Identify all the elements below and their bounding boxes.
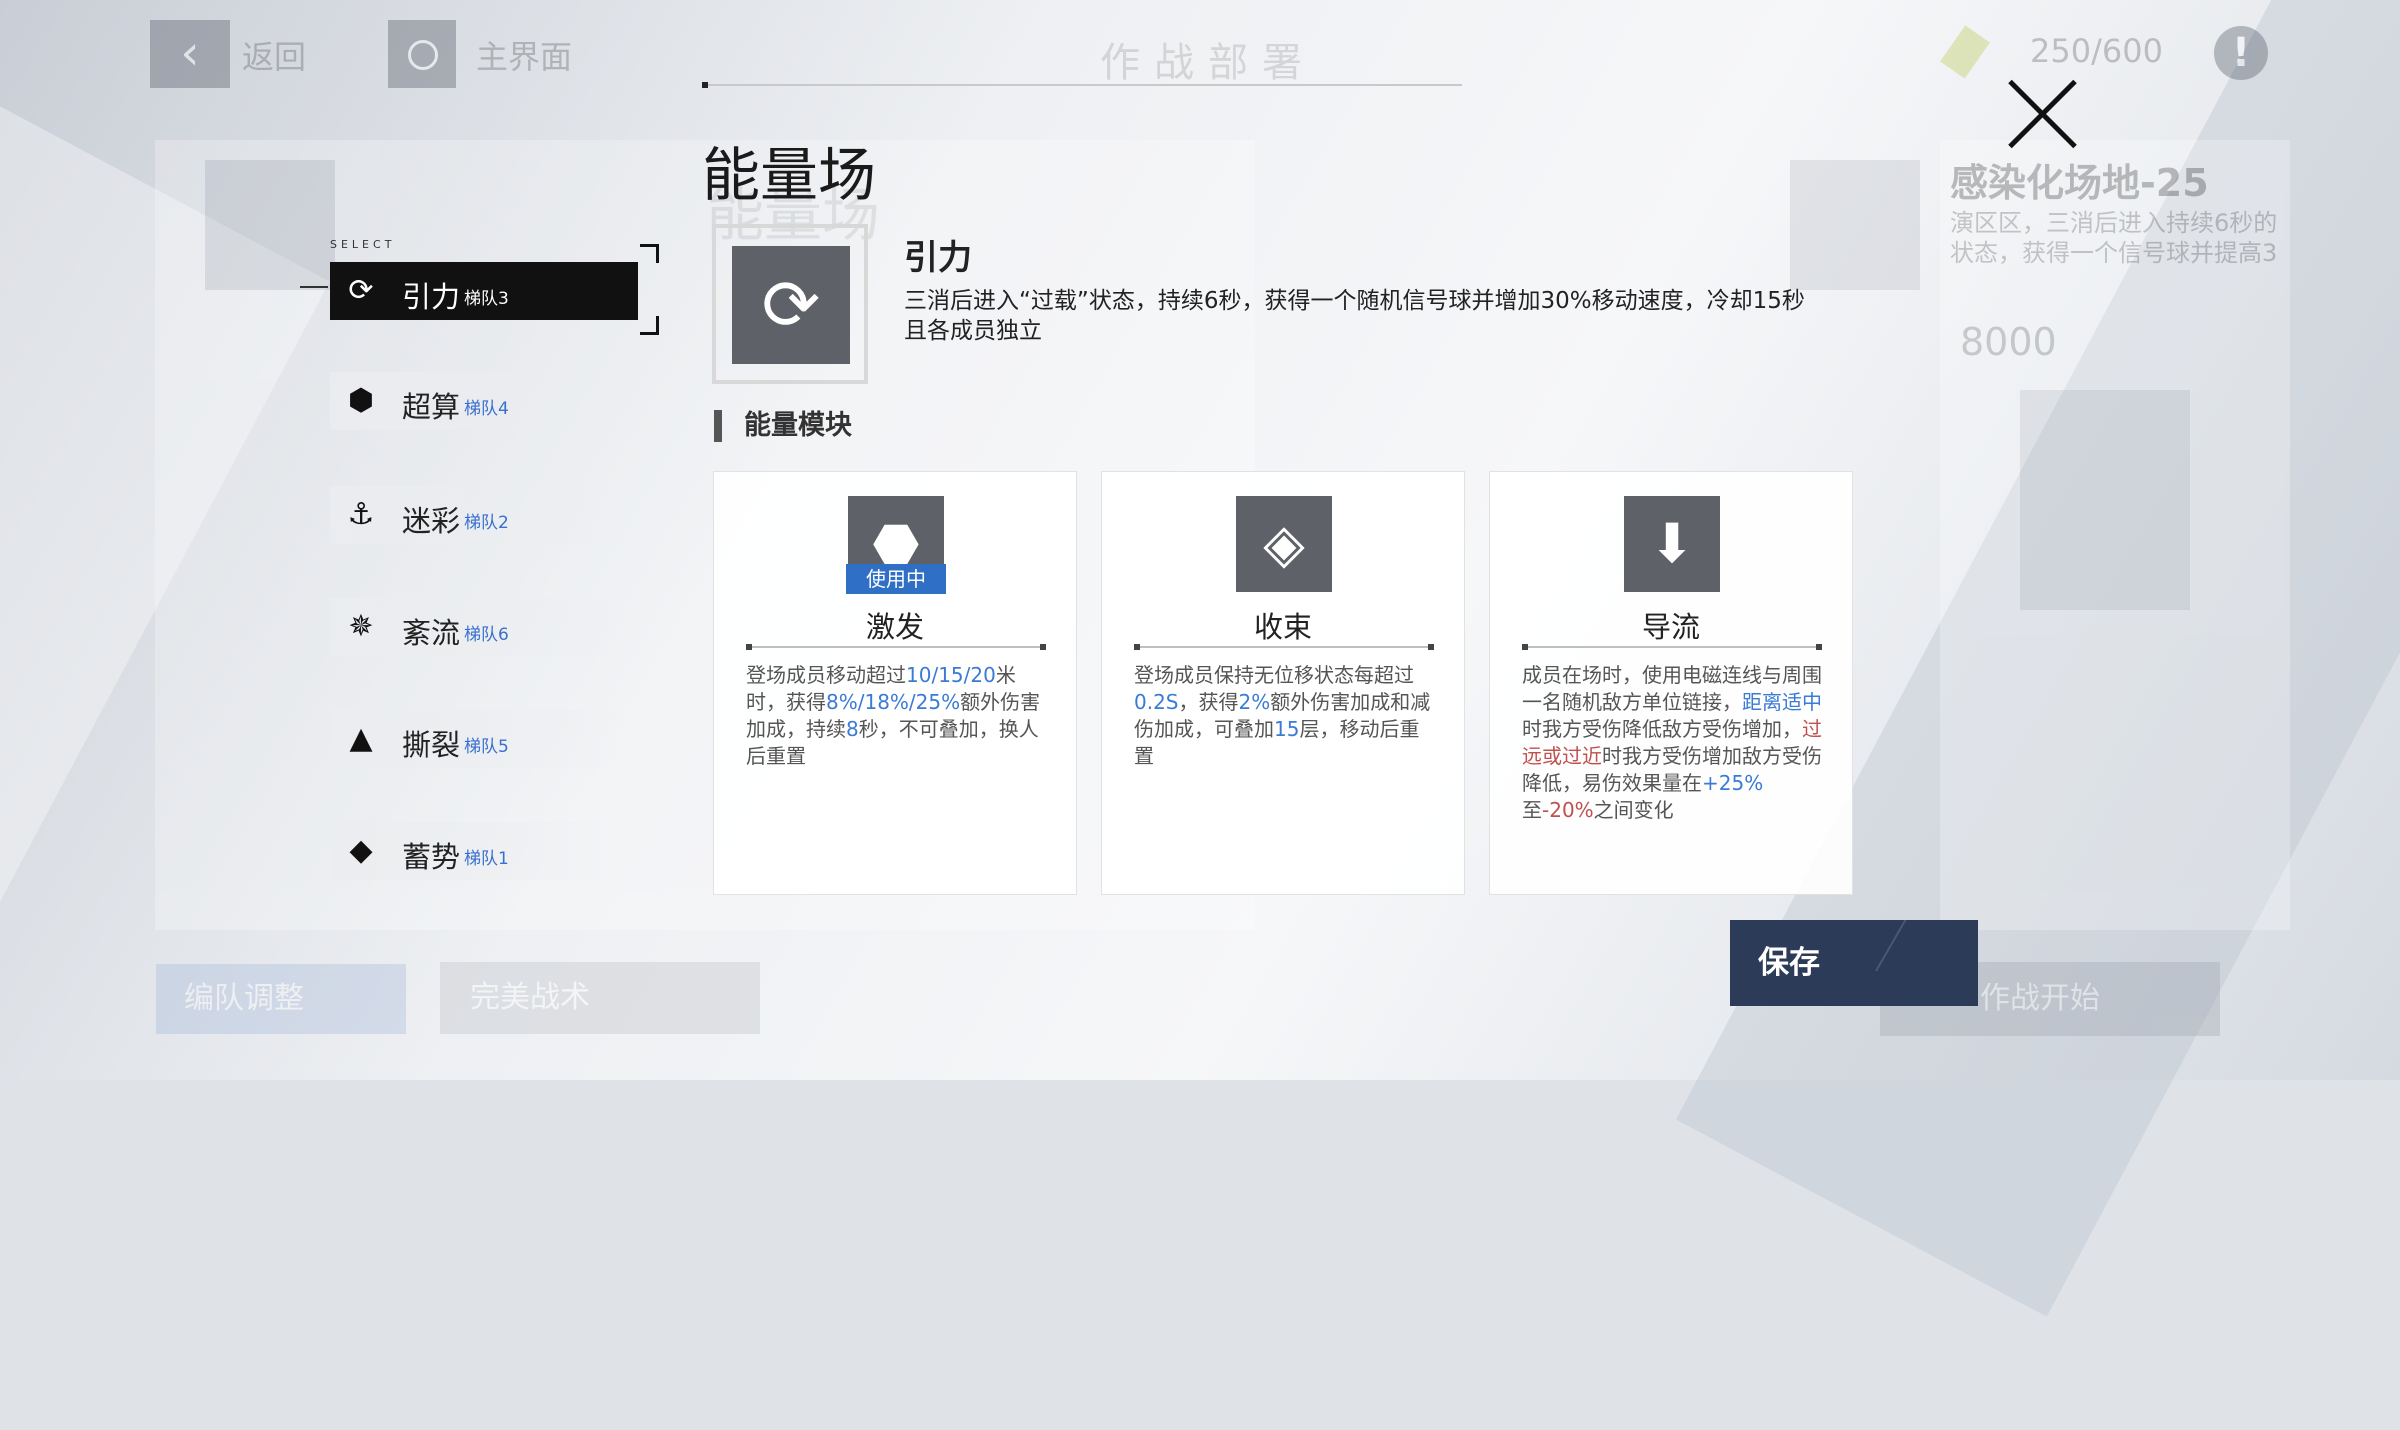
tear-icon: ▲ <box>349 721 373 756</box>
field-name: 蓄势 <box>402 840 461 874</box>
field-item-turbulence[interactable]: ✵ 紊流 梯队6 <box>330 598 638 656</box>
module-divider <box>746 644 1046 650</box>
module-card-converge[interactable]: ◈ 收束 登场成员保持无位移状态每超过0.2S，获得2%额外伤害加成和减伤加成，… <box>1102 472 1464 894</box>
module-name: 激发 <box>865 610 924 644</box>
selection-pointer <box>300 286 328 288</box>
converge-icon: ◈ <box>1236 496 1332 592</box>
module-description: 登场成员移动超过10/15/20米时，获得8%/18%/25%额外伤害加成，持续… <box>746 663 1041 768</box>
in-use-badge: 使用中 <box>846 564 946 594</box>
camo-icon: ⚓ <box>347 497 375 532</box>
diversion-icon: ⬇ <box>1624 496 1720 592</box>
module-divider <box>1134 644 1434 650</box>
module-card-excite[interactable]: ⬣ 使用中 激发 登场成员移动超过10/15/20米时，获得8%/18%/25%… <box>714 472 1076 894</box>
field-item-camo[interactable]: ⚓ 迷彩 梯队2 <box>330 486 638 544</box>
description-line: 三消后进入“过载”状态，持续6秒，获得一个随机信号球并增加30%移动速度，冷却1… <box>904 288 1805 314</box>
field-item-charge[interactable]: ◆ 蓄势 梯队1 <box>330 822 638 880</box>
selected-field-name: 引力 <box>904 238 972 278</box>
field-item-supercompute[interactable]: ⬢ 超算 梯队4 <box>330 372 638 430</box>
energy-field-modal: 能量场 能量场 SELECT ⟳ 引力 梯队3 ⬢ 超算 梯队4 ⚓ 迷彩 梯队… <box>0 0 2400 1080</box>
select-tag: SELECT <box>330 238 396 251</box>
module-description: 成员在场时，使用电磁连线与周围一名随机敌方单位链接，距离适中时我方受伤降低敌方受… <box>1522 663 1822 822</box>
module-name: 导流 <box>1641 610 1700 644</box>
module-description: 登场成员保持无位移状态每超过0.2S，获得2%额外伤害加成和减伤加成，可叠加15… <box>1134 663 1431 768</box>
module-divider <box>1522 644 1822 650</box>
charge-icon: ◆ <box>349 833 373 868</box>
close-icon[interactable] <box>2000 72 2084 156</box>
team-tag: 梯队5 <box>464 737 509 757</box>
field-name: 撕裂 <box>402 728 461 762</box>
save-button[interactable]: 保存 <box>1730 920 1978 1006</box>
field-item-gravity[interactable]: ⟳ 引力 梯队3 <box>330 262 638 320</box>
module-name: 收束 <box>1253 610 1312 644</box>
section-title: 能量模块 <box>714 410 852 442</box>
module-card-diversion[interactable]: ⬇ 导流 成员在场时，使用电磁连线与周围一名随机敌方单位链接，距离适中时我方受伤… <box>1490 472 1852 894</box>
field-name: 迷彩 <box>402 504 461 538</box>
field-name: 引力 <box>402 280 461 314</box>
team-tag: 梯队3 <box>464 289 509 309</box>
selection-bracket <box>640 316 659 335</box>
team-tag: 梯队2 <box>464 513 509 533</box>
team-tag: 梯队6 <box>464 625 509 645</box>
gravity-icon: ⟳ <box>348 273 374 308</box>
field-item-tear[interactable]: ▲ 撕裂 梯队5 <box>330 710 638 768</box>
supercompute-icon: ⬢ <box>347 383 375 418</box>
turbulence-icon: ✵ <box>348 609 374 644</box>
selected-field-description: 三消后进入“过载”状态，持续6秒，获得一个随机信号球并增加30%移动速度，冷却1… <box>904 286 1924 346</box>
selection-bracket <box>640 244 659 263</box>
title-divider <box>702 82 1462 88</box>
modal-title: 能量场 <box>702 141 877 209</box>
team-tag: 梯队1 <box>464 849 509 869</box>
field-name: 紊流 <box>402 616 461 650</box>
description-line: 且各成员独立 <box>904 318 1042 344</box>
team-tag: 梯队4 <box>464 399 509 419</box>
field-name: 超算 <box>402 390 461 424</box>
gravity-icon: ⟳ <box>732 246 850 364</box>
